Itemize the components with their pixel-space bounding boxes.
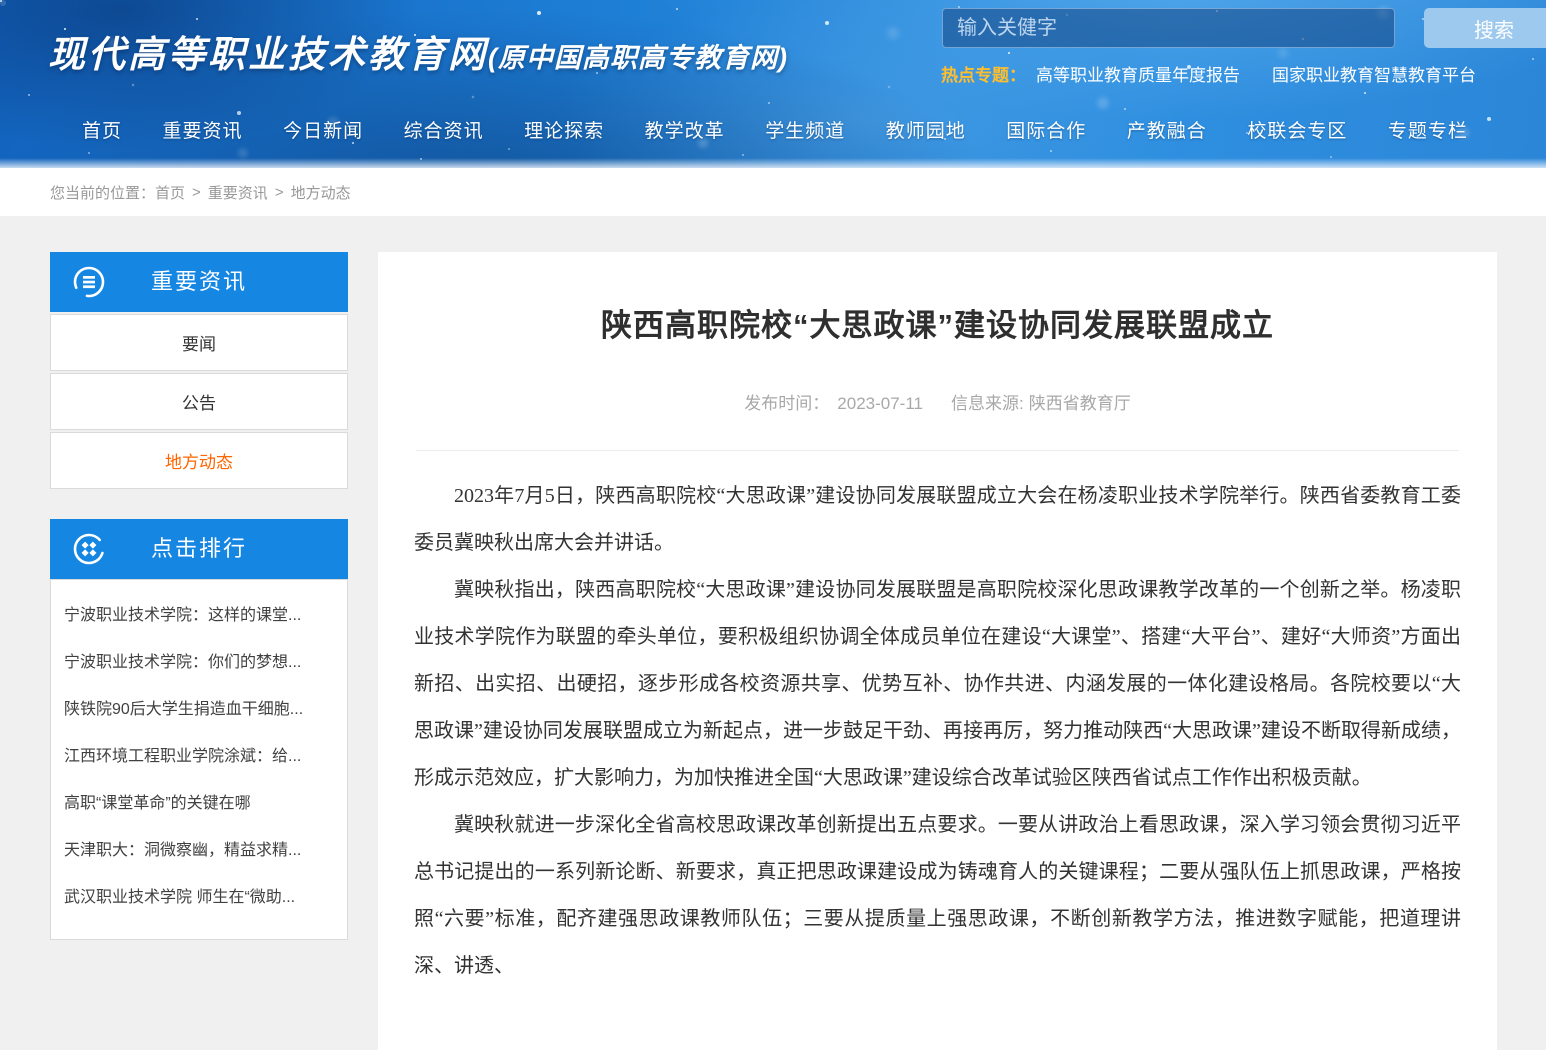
sidebar: 重要资讯 要闻 公告 地方动态 <box>50 252 348 940</box>
nav-item-comprehensive-news[interactable]: 综合资讯 <box>404 116 484 143</box>
nav-item-special-topics[interactable]: 专题专栏 <box>1388 116 1468 143</box>
nav-item-important-news[interactable]: 重要资讯 <box>163 116 243 143</box>
nav-item-student-channel[interactable]: 学生频道 <box>765 116 845 143</box>
breadcrumb-link-local-news[interactable]: 地方动态 <box>291 182 351 203</box>
breadcrumb: 您当前的位置： 首页 > 重要资讯 > 地方动态 <box>0 168 1546 216</box>
article-panel: 陕西高职院校“大思政课”建设协同发展联盟成立 发布时间： 2023-07-11 信息… <box>378 252 1497 1050</box>
info-source-value: 陕西省教育厅 <box>1029 394 1131 413</box>
hot-topic-link-annual-report[interactable]: 高等职业教育质量年度报告 <box>1036 61 1240 86</box>
article-paragraph: 冀映秋指出，陕西高职院校“大思政课”建设协同发展联盟是高职院校深化思政课教学改革… <box>414 567 1461 802</box>
hot-topics-bar: 热点专题： 高等职业教育质量年度报告 国家职业教育智慧教育平台 <box>941 61 1508 86</box>
rank-item[interactable]: 高职“课堂革命”的关键在哪 <box>64 780 339 827</box>
rank-item[interactable]: 武汉职业技术学院 师生在“微助... <box>64 874 339 921</box>
search-input[interactable] <box>942 8 1395 48</box>
publish-date: 2023-07-11 <box>837 394 923 413</box>
nav-item-teacher-garden[interactable]: 教师园地 <box>886 116 966 143</box>
rank-item[interactable]: 陕铁院90后大学生捐造血干细胞... <box>64 686 339 733</box>
content-area: 重要资讯 要闻 公告 地方动态 <box>0 216 1546 937</box>
starfield-glow-decoration <box>0 0 6 6</box>
nav-item-today-news[interactable]: 今日新闻 <box>283 116 363 143</box>
breadcrumb-separator: > <box>275 184 284 201</box>
breadcrumb-link-important-news[interactable]: 重要资讯 <box>208 182 268 203</box>
hot-topics-label: 热点专题： <box>941 61 1026 86</box>
rank-item[interactable]: 天津职大：洞微察幽，精益求精... <box>64 827 339 874</box>
title-divider <box>416 450 1459 451</box>
sidebar-section-header: 重要资讯 <box>50 252 348 312</box>
rank-item[interactable]: 宁波职业技术学院：你们的梦想... <box>64 639 339 686</box>
nav-item-school-association[interactable]: 校联会专区 <box>1247 116 1347 143</box>
article-paragraph: 2023年7月5日，陕西高职院校“大思政课”建设协同发展联盟成立大会在杨凌职业技… <box>414 473 1461 567</box>
sidebar-section-important-news: 重要资讯 要闻 公告 地方动态 <box>50 252 348 489</box>
nav-item-home[interactable]: 首页 <box>82 116 122 143</box>
breadcrumb-link-home[interactable]: 首页 <box>155 182 185 203</box>
article-paragraph: 冀映秋就进一步深化全省高校思政课改革创新提出五点要求。一要从讲政治上看思政课，深… <box>414 802 1461 990</box>
site-header: 现代高等职业技术教育网(原中国高职高专教育网) 搜索 热点专题： 高等职业教育质… <box>0 0 1546 168</box>
publish-time-label: 发布时间： <box>744 394 829 413</box>
sidebar-section-title: 点击排行 <box>50 519 348 579</box>
hot-topic-link-smart-platform[interactable]: 国家职业教育智慧教育平台 <box>1272 61 1476 86</box>
site-logo-sub-text: (原中国高职高专教育网) <box>488 43 788 73</box>
site-logo: 现代高等职业技术教育网(原中国高职高专教育网) <box>48 24 788 78</box>
page-title: 陕西高职院校“大思政课”建设协同发展联盟成立 <box>396 300 1479 345</box>
sidebar-section-click-ranking: 点击排行 宁波职业技术学院：这样的课堂... 宁波职业技术学院：你们的梦想...… <box>50 519 348 940</box>
site-logo-main-text: 现代高等职业技术教育网 <box>48 34 488 75</box>
nav-item-industry-education[interactable]: 产教融合 <box>1127 116 1207 143</box>
nav-item-teaching-reform[interactable]: 教学改革 <box>645 116 725 143</box>
nav-item-international-cooperation[interactable]: 国际合作 <box>1006 116 1086 143</box>
info-source-label: 信息来源: <box>951 394 1024 413</box>
sidebar-item-yaowen[interactable]: 要闻 <box>50 314 348 371</box>
rank-item[interactable]: 江西环境工程职业学院涂斌：给... <box>64 733 339 780</box>
click-ranking-list: 宁波职业技术学院：这样的课堂... 宁波职业技术学院：你们的梦想... 陕铁院9… <box>50 579 348 940</box>
sidebar-section-header: 点击排行 <box>50 519 348 579</box>
article-meta: 发布时间： 2023-07-11 信息来源: 陕西省教育厅 <box>396 389 1479 414</box>
nav-item-theory-exploration[interactable]: 理论探索 <box>524 116 604 143</box>
article-body: 2023年7月5日，陕西高职院校“大思政课”建设协同发展联盟成立大会在杨凌职业技… <box>396 473 1479 990</box>
breadcrumb-separator: > <box>192 184 201 201</box>
main-navigation: 首页 重要资讯 今日新闻 综合资讯 理论探索 教学改革 学生频道 教师园地 国际… <box>0 100 1546 158</box>
breadcrumb-label: 您当前的位置： <box>50 182 155 203</box>
sidebar-item-difang-dongtai[interactable]: 地方动态 <box>50 432 348 489</box>
rank-item[interactable]: 宁波职业技术学院：这样的课堂... <box>64 592 339 639</box>
sidebar-section-title: 重要资讯 <box>50 252 348 312</box>
search-button[interactable]: 搜索 <box>1424 8 1546 48</box>
sidebar-item-gonggao[interactable]: 公告 <box>50 373 348 430</box>
